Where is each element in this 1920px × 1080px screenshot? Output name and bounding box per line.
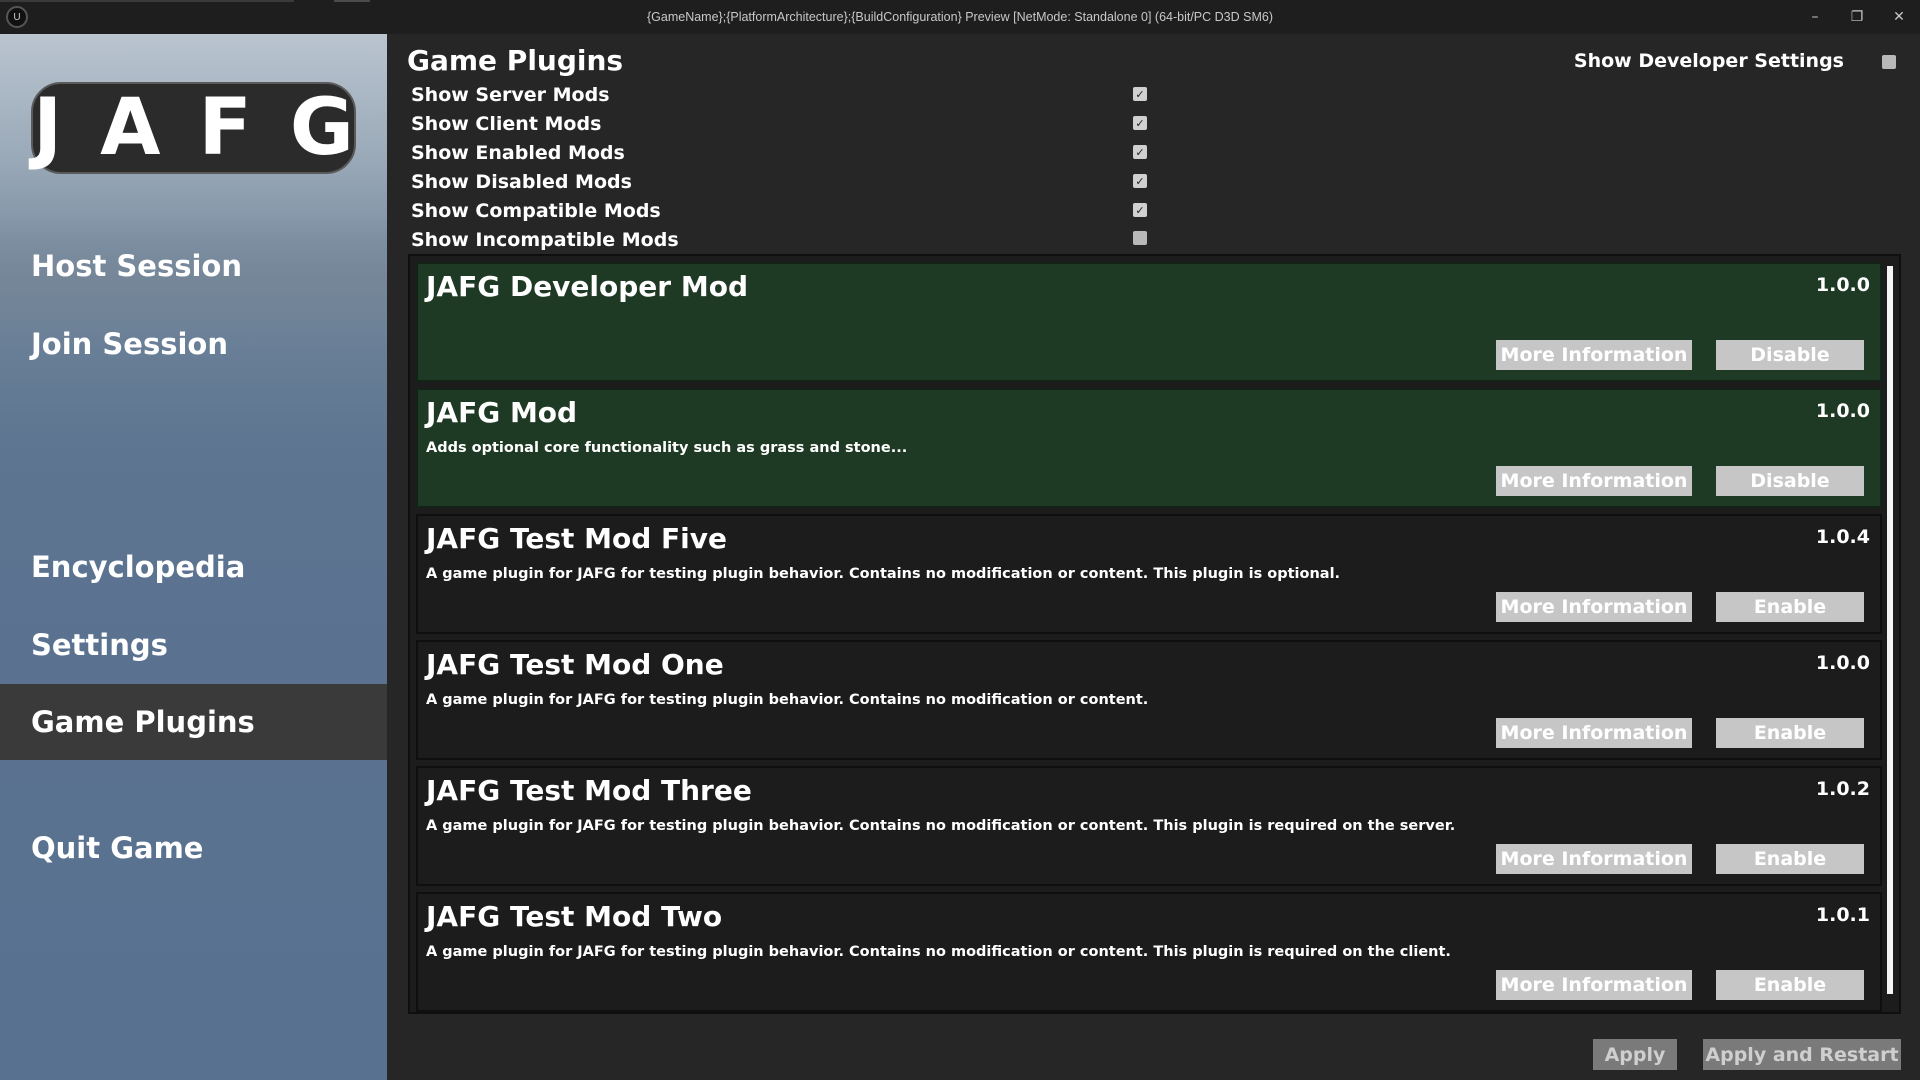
more-information-button[interactable]: More Information (1496, 592, 1692, 622)
filter-compatible-mods-checkbox[interactable]: ✓ (1133, 203, 1147, 217)
unreal-engine-icon: U (6, 6, 28, 28)
sidebar: JAFG Host Session Join Session Encyclope… (0, 34, 387, 1080)
enable-button[interactable]: Enable (1716, 970, 1864, 1000)
window-title: {GameName};{PlatformArchitecture};{Build… (646, 10, 1273, 24)
enable-button[interactable]: Enable (1716, 592, 1864, 622)
show-developer-settings-label: Show Developer Settings (1573, 50, 1844, 72)
mod-card-jafg-developer-mod: JAFG Developer Mod 1.0.0 More Informatio… (416, 262, 1882, 382)
mod-name: JAFG Test Mod Three (426, 774, 752, 807)
mod-card-jafg-test-mod-one: JAFG Test Mod One 1.0.0 A game plugin fo… (416, 640, 1882, 760)
apply-and-restart-button[interactable]: Apply and Restart (1703, 1039, 1901, 1070)
mod-version: 1.0.1 (1815, 904, 1870, 926)
sidebar-item-encyclopedia[interactable]: Encyclopedia (0, 529, 387, 605)
filter-client-mods-checkbox[interactable]: ✓ (1133, 116, 1147, 130)
filter-disabled-mods-label: Show Disabled Mods (411, 170, 632, 193)
close-icon[interactable]: ✕ (1878, 0, 1920, 34)
filter-incompatible-mods-checkbox[interactable] (1133, 231, 1147, 245)
disable-button[interactable]: Disable (1716, 340, 1864, 370)
show-developer-settings-checkbox[interactable] (1882, 55, 1896, 69)
mod-name: JAFG Test Mod Two (426, 900, 723, 933)
mod-name: JAFG Mod (426, 396, 578, 429)
mod-version: 1.0.2 (1815, 778, 1870, 800)
more-information-button[interactable]: More Information (1496, 970, 1692, 1000)
filter-disabled-mods-checkbox[interactable]: ✓ (1133, 174, 1147, 188)
mod-name: JAFG Test Mod Five (426, 522, 727, 555)
minimize-icon[interactable]: – (1794, 0, 1836, 34)
mod-list-scrollbar[interactable] (1887, 266, 1893, 994)
mod-description: A game plugin for JAFG for testing plugi… (426, 944, 1451, 960)
more-information-button[interactable]: More Information (1496, 844, 1692, 874)
filter-client-mods-label: Show Client Mods (411, 112, 602, 135)
mod-card-jafg-mod: JAFG Mod 1.0.0 Adds optional core functi… (416, 388, 1882, 508)
main-panel: Game Plugins Show Developer Settings Sho… (387, 34, 1920, 1080)
mod-version: 1.0.0 (1815, 652, 1870, 674)
titlebar-tab-indicator (0, 0, 294, 2)
filter-server-mods-checkbox[interactable]: ✓ (1133, 87, 1147, 101)
sidebar-item-join-session[interactable]: Join Session (0, 306, 387, 382)
window-controls: – ❐ ✕ (1794, 0, 1920, 34)
more-information-button[interactable]: More Information (1496, 340, 1692, 370)
mod-card-jafg-test-mod-five: JAFG Test Mod Five 1.0.4 A game plugin f… (416, 514, 1882, 634)
sidebar-item-settings[interactable]: Settings (0, 607, 387, 683)
page-title: Game Plugins (407, 44, 624, 77)
filter-incompatible-mods-label: Show Incompatible Mods (411, 228, 679, 251)
mod-version: 1.0.0 (1815, 274, 1870, 296)
filter-server-mods-label: Show Server Mods (411, 83, 610, 106)
mod-card-jafg-test-mod-three: JAFG Test Mod Three 1.0.2 A game plugin … (416, 766, 1882, 886)
sidebar-item-quit-game[interactable]: Quit Game (0, 810, 387, 886)
mod-description: A game plugin for JAFG for testing plugi… (426, 566, 1341, 582)
more-information-button[interactable]: More Information (1496, 718, 1692, 748)
mod-version: 1.0.0 (1815, 400, 1870, 422)
mod-card-jafg-test-mod-two: JAFG Test Mod Two 1.0.1 A game plugin fo… (416, 892, 1882, 1012)
enable-button[interactable]: Enable (1716, 844, 1864, 874)
filter-enabled-mods-label: Show Enabled Mods (411, 141, 625, 164)
mod-version: 1.0.4 (1815, 526, 1870, 548)
mod-description: A game plugin for JAFG for testing plugi… (426, 692, 1149, 708)
filter-compatible-mods-label: Show Compatible Mods (411, 199, 661, 222)
enable-button[interactable]: Enable (1716, 718, 1864, 748)
restore-icon[interactable]: ❐ (1836, 0, 1878, 34)
apply-button[interactable]: Apply (1593, 1039, 1677, 1070)
mod-description: Adds optional core functionality such as… (426, 440, 908, 456)
mod-list[interactable]: JAFG Developer Mod 1.0.0 More Informatio… (408, 254, 1901, 1014)
window-titlebar: U {GameName};{PlatformArchitecture};{Bui… (0, 0, 1920, 34)
mod-name: JAFG Test Mod One (426, 648, 724, 681)
mod-description: A game plugin for JAFG for testing plugi… (426, 818, 1456, 834)
sidebar-item-host-session[interactable]: Host Session (0, 228, 387, 304)
mod-name: JAFG Developer Mod (426, 270, 748, 303)
more-information-button[interactable]: More Information (1496, 466, 1692, 496)
disable-button[interactable]: Disable (1716, 466, 1864, 496)
filter-enabled-mods-checkbox[interactable]: ✓ (1133, 145, 1147, 159)
sidebar-item-game-plugins[interactable]: Game Plugins (0, 684, 387, 760)
jafg-logo: JAFG (31, 82, 356, 174)
titlebar-tab-indicator-2 (334, 0, 370, 2)
